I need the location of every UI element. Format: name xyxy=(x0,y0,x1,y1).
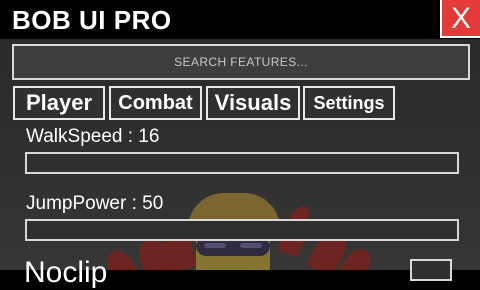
close-button[interactable]: X xyxy=(440,0,480,38)
jumppower-slider[interactable] xyxy=(25,219,459,241)
window-title: BOB UI PRO xyxy=(12,5,172,35)
noclip-label: Noclip xyxy=(24,256,108,289)
tab-player[interactable]: Player xyxy=(13,86,105,120)
noclip-toggle[interactable] xyxy=(410,259,452,281)
tab-combat[interactable]: Combat xyxy=(109,86,202,120)
title-bar[interactable]: BOB UI PRO X xyxy=(0,0,480,39)
tab-settings[interactable]: Settings xyxy=(303,86,395,120)
tab-visuals[interactable]: Visuals xyxy=(206,86,300,120)
jumppower-label: JumpPower : 50 xyxy=(26,193,164,214)
search-input[interactable]: SEARCH FEATURES... xyxy=(12,44,470,80)
walkspeed-label: WalkSpeed : 16 xyxy=(26,126,160,147)
cheat-menu-panel: BOB UI PRO X SEARCH FEATURES... Player C… xyxy=(0,0,480,289)
walkspeed-slider[interactable] xyxy=(25,152,459,174)
